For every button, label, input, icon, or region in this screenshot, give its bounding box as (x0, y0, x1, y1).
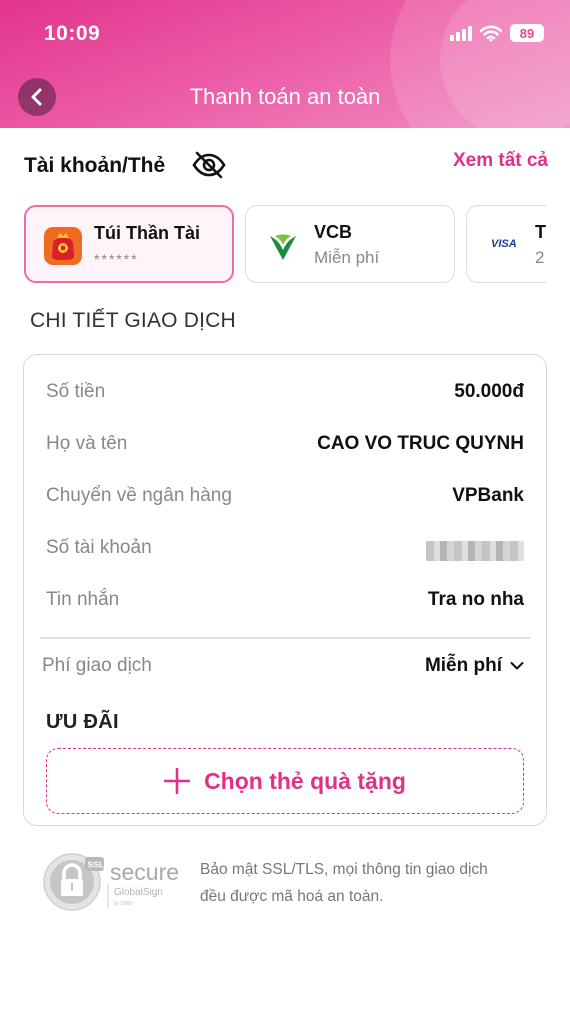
svg-text:SSL: SSL (88, 860, 105, 870)
vcb-logo-icon (270, 234, 296, 260)
offers-title: ƯU ĐÃI (46, 711, 119, 733)
detail-value: 50.000đ (454, 381, 524, 402)
seal-globalsign-text: GlobalSign (114, 887, 163, 898)
account-card-visa[interactable]: VISA T 2 (466, 205, 546, 283)
fee-value: Miễn phí (425, 655, 524, 677)
svg-text:secure: secure (110, 859, 179, 885)
svg-text:by GMO: by GMO (114, 901, 133, 907)
detail-value: VPBank (452, 485, 524, 506)
battery-icon: 89 (510, 24, 544, 42)
card-fee: Miễn phí (314, 248, 380, 267)
detail-row-bank: Chuyển về ngân hàng VPBank (46, 485, 524, 515)
detail-row-account-number: Số tài khoản (46, 537, 524, 567)
detail-label: Chuyển về ngân hàng (46, 485, 232, 506)
status-time: 10:09 (44, 22, 101, 45)
see-all-link[interactable]: Xem tất cả (453, 150, 548, 172)
card-name: T (535, 222, 546, 242)
security-text-line1: Bảo mật SSL/TLS, mọi thông tin giao dịch (200, 861, 488, 878)
ssl-secure-seal-icon: SSL secure GlobalSign by GMO (43, 853, 179, 911)
security-text-line2: đều được mã hoá an toàn. (200, 888, 384, 905)
detail-value: Tra no nha (427, 589, 524, 610)
fee-row[interactable]: Phí giao dịch Miễn phí (42, 655, 524, 685)
seal-ssl-text: SSL (88, 860, 105, 870)
detail-label: Tin nhắn (46, 589, 120, 610)
header: 10:09 89 Thanh toán an toàn (0, 0, 570, 128)
svg-text:VISA: VISA (491, 238, 517, 250)
fee-value-text: Miễn phí (424, 655, 502, 676)
detail-row-name: Họ và tên CAO VO TRUC QUYNH (46, 433, 524, 463)
svg-text:GlobalSign: GlobalSign (114, 887, 163, 898)
detail-label: Số tài khoản (46, 537, 152, 558)
detail-row-amount: Số tiền 50.000đ (46, 381, 524, 411)
seal-secure-text: secure (110, 859, 179, 885)
status-icons: 89 (450, 24, 544, 42)
transaction-details-panel: Số tiền 50.000đ Họ và tên CAO VO TRUC QU… (23, 354, 547, 826)
accounts-title: Tài khoản/Thẻ (24, 154, 166, 177)
transaction-details-title: CHI TIẾT GIAO DỊCH (30, 309, 236, 332)
accounts-header: Tài khoản/Thẻ Xem tất cả (24, 150, 548, 184)
card-masked-balance: ****** (94, 251, 139, 267)
plus-icon (164, 768, 191, 794)
detail-row-message: Tin nhắn Tra no nha (46, 589, 524, 619)
card-name: VCB (314, 222, 353, 242)
account-card-tui-than-tai[interactable]: Túi Thần Tài ****** (24, 205, 234, 283)
detail-value: CAO VO TRUC QUYNH (317, 433, 524, 454)
page-title: Thanh toán an toàn (189, 84, 381, 109)
visa-logo-icon: VISA (491, 238, 517, 250)
choose-gift-card-button[interactable]: Chọn thẻ quà tặng (46, 748, 524, 814)
status-bar: 10:09 89 (0, 0, 570, 66)
security-note: SSL secure GlobalSign by GMO Bảo mật SSL… (42, 850, 542, 914)
eye-off-icon[interactable] (192, 150, 226, 180)
wifi-icon (480, 25, 502, 42)
tui-than-tai-logo-icon (44, 227, 82, 265)
signal-icon (450, 25, 472, 41)
detail-label: Họ và tên (46, 433, 128, 454)
security-text: Bảo mật SSL/TLS, mọi thông tin giao dịch… (200, 856, 488, 910)
account-card-vcb[interactable]: VCB Miễn phí (245, 205, 455, 283)
gift-button-label: Chọn thẻ quà tặng (204, 767, 406, 794)
detail-label: Số tiền (46, 381, 106, 402)
card-sub: 2 (535, 248, 545, 267)
fee-label: Phí giao dịch (42, 655, 152, 676)
redacted-account-number (426, 541, 524, 561)
account-cards: Túi Thần Tài ****** VCB Miễn phí VISA T … (24, 205, 546, 283)
card-name: Túi Thần Tài (94, 223, 200, 243)
seal-gmo-text: by GMO (114, 901, 133, 907)
divider (40, 637, 530, 639)
chevron-down-icon[interactable] (510, 661, 524, 671)
